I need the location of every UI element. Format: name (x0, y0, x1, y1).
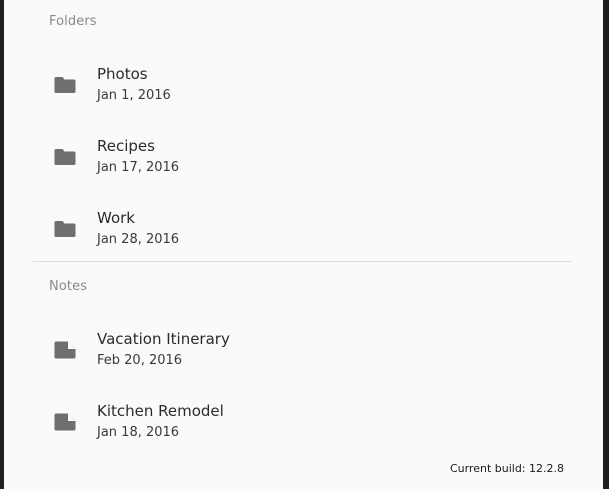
list-item-note-kitchen-remodel[interactable]: Kitchen Remodel Jan 18, 2016 (4, 387, 603, 459)
item-title: Photos (97, 65, 148, 83)
item-title: Vacation Itinerary (97, 330, 230, 348)
note-icon (54, 413, 76, 431)
app-window: Folders Photos Jan 1, 2016 Recipes Jan 1… (0, 0, 609, 489)
item-date: Jan 18, 2016 (97, 425, 180, 440)
folder-icon (54, 149, 76, 165)
item-date: Jan 28, 2016 (97, 232, 180, 247)
list-item-folder-recipes[interactable]: Recipes Jan 17, 2016 (4, 122, 603, 194)
notes-subheader: Notes (49, 279, 88, 294)
item-date: Feb 20, 2016 (97, 353, 183, 368)
note-icon (54, 341, 76, 359)
list-item-folder-work[interactable]: Work Jan 28, 2016 (4, 194, 603, 266)
item-title: Recipes (97, 137, 155, 155)
item-title: Kitchen Remodel (97, 402, 224, 420)
build-version-label: Current build: 12.2.8 (449, 462, 564, 475)
item-title: Work (97, 209, 135, 227)
list-item-note-vacation-itinerary[interactable]: Vacation Itinerary Feb 20, 2016 (4, 315, 603, 387)
folder-icon (54, 221, 76, 237)
list-item-folder-photos[interactable]: Photos Jan 1, 2016 (4, 50, 603, 122)
folders-subheader: Folders (49, 14, 97, 29)
item-date: Jan 17, 2016 (97, 160, 180, 175)
section-divider (33, 261, 572, 262)
folder-icon (54, 77, 76, 93)
list-panel: Folders Photos Jan 1, 2016 Recipes Jan 1… (4, 0, 603, 489)
item-date: Jan 1, 2016 (97, 88, 171, 103)
